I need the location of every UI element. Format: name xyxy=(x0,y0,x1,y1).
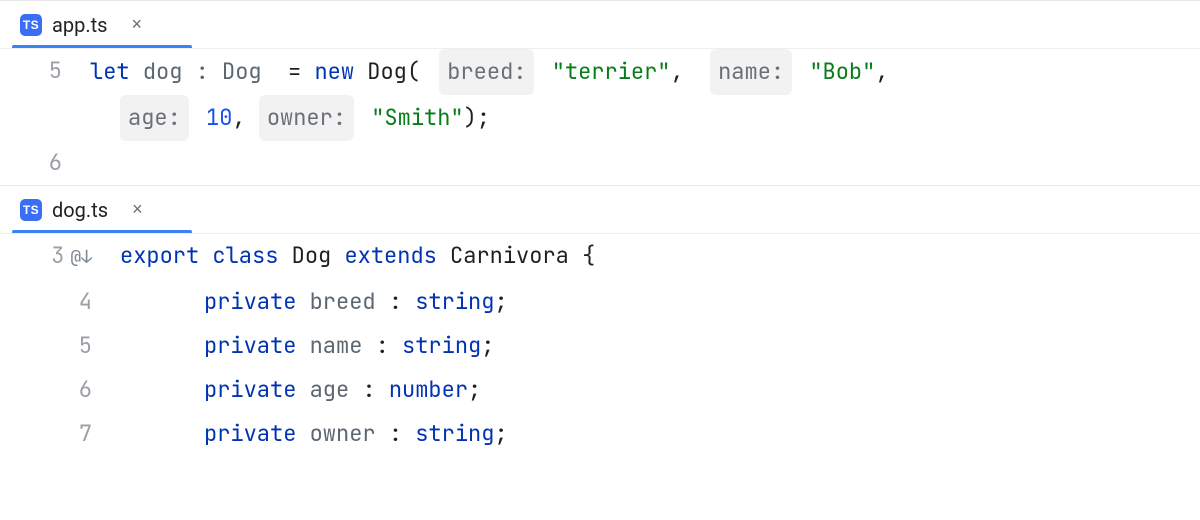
type-colon: : xyxy=(196,57,209,86)
bottom-editor[interactable]: 3@↓ export class Dog extends Carnivora {… xyxy=(0,234,1200,456)
keyword-class: class xyxy=(212,241,278,270)
string-literal: "terrier" xyxy=(552,57,671,86)
line-number: 6 xyxy=(0,368,120,412)
colon: : xyxy=(362,375,375,404)
param-hint-owner: owner: xyxy=(259,95,354,141)
line-number: 5 xyxy=(0,49,90,93)
type-string: string xyxy=(415,419,494,448)
code-line: 7 private owner : string; xyxy=(0,412,1200,456)
string-literal: "Bob" xyxy=(809,57,875,86)
paren-open: ( xyxy=(407,57,420,86)
code-line-continuation: age: 10, owner: "Smith"); xyxy=(0,95,1200,141)
line-number: 7 xyxy=(0,412,120,456)
keyword-private: private xyxy=(204,331,296,360)
override-gutter-icon[interactable]: @↓ xyxy=(70,236,92,280)
top-tabbar: TS app.ts × xyxy=(0,1,1200,49)
semicolon: ; xyxy=(494,419,507,448)
keyword-let: let xyxy=(90,57,130,86)
type-string: string xyxy=(402,331,481,360)
line-number-text: 3 xyxy=(51,241,64,270)
code-line: 3@↓ export class Dog extends Carnivora { xyxy=(0,234,1200,280)
tab-app-ts[interactable]: TS app.ts × xyxy=(14,1,152,48)
code-content[interactable]: private name : string; xyxy=(120,324,1200,368)
type-string: string xyxy=(415,287,494,316)
active-tab-underline xyxy=(12,230,192,234)
line-number: 5 xyxy=(0,324,120,368)
variable-name: dog xyxy=(143,57,183,86)
param-hint-age: age: xyxy=(120,95,189,141)
close-icon[interactable]: × xyxy=(128,199,147,220)
typescript-icon: TS xyxy=(20,199,42,221)
line-number: 6 xyxy=(0,141,90,185)
class-name: Dog xyxy=(292,241,332,270)
keyword-private: private xyxy=(204,375,296,404)
semicolon: ; xyxy=(494,287,507,316)
code-content[interactable]: let dog : Dog = new Dog( breed: "terrier… xyxy=(90,49,1200,95)
keyword-private: private xyxy=(204,419,296,448)
bottom-editor-panel: TS dog.ts × 3@↓ export class Dog extends… xyxy=(0,185,1200,456)
type-hint: Dog xyxy=(222,57,262,86)
param-hint-breed: breed: xyxy=(439,49,534,95)
code-line: 5 private name : string; xyxy=(0,324,1200,368)
code-line: 6 private age : number; xyxy=(0,368,1200,412)
tab-dog-ts[interactable]: TS dog.ts × xyxy=(14,186,153,233)
colon: : xyxy=(389,287,402,316)
colon: : xyxy=(389,419,402,448)
active-tab-underline xyxy=(12,45,192,49)
class-ref: Dog xyxy=(367,57,407,86)
comma: , xyxy=(671,57,684,86)
tab-filename: dog.ts xyxy=(52,198,108,222)
field-name: name xyxy=(310,331,363,360)
top-editor[interactable]: 5 let dog : Dog = new Dog( breed: "terri… xyxy=(0,49,1200,185)
code-line: 5 let dog : Dog = new Dog( breed: "terri… xyxy=(0,49,1200,95)
line-number: 3@↓ xyxy=(0,234,120,280)
top-editor-panel: TS app.ts × 5 let dog : Dog = new Dog( b… xyxy=(0,0,1200,185)
typescript-icon: TS xyxy=(20,14,42,36)
parent-class: Carnivora xyxy=(450,241,569,270)
string-literal: "Smith" xyxy=(371,103,463,132)
code-content[interactable]: private age : number; xyxy=(120,368,1200,412)
keyword-private: private xyxy=(204,287,296,316)
op-equals: = xyxy=(288,57,301,86)
number-literal: 10 xyxy=(206,103,232,132)
field-name: owner xyxy=(310,419,376,448)
bottom-tabbar: TS dog.ts × xyxy=(0,186,1200,234)
code-content[interactable]: export class Dog extends Carnivora { xyxy=(120,234,1200,278)
code-line: 6 xyxy=(0,141,1200,185)
keyword-extends: extends xyxy=(344,241,436,270)
code-content[interactable]: private breed : string; xyxy=(120,280,1200,324)
colon: : xyxy=(376,331,389,360)
line-number: 4 xyxy=(0,280,120,324)
type-number: number xyxy=(389,375,468,404)
code-content[interactable]: private owner : string; xyxy=(120,412,1200,456)
code-line: 4 private breed : string; xyxy=(0,280,1200,324)
field-name: age xyxy=(310,375,350,404)
paren-close: ); xyxy=(464,103,490,132)
brace-open: { xyxy=(582,241,595,270)
keyword-export: export xyxy=(120,241,199,270)
field-name: breed xyxy=(310,287,376,316)
tab-filename: app.ts xyxy=(52,13,107,37)
keyword-new: new xyxy=(314,57,354,86)
param-hint-name: name: xyxy=(710,49,792,95)
close-icon[interactable]: × xyxy=(127,14,146,35)
code-content[interactable]: age: 10, owner: "Smith"); xyxy=(90,95,1200,141)
semicolon: ; xyxy=(468,375,481,404)
semicolon: ; xyxy=(481,331,494,360)
comma: , xyxy=(232,103,245,132)
comma: , xyxy=(875,57,888,86)
